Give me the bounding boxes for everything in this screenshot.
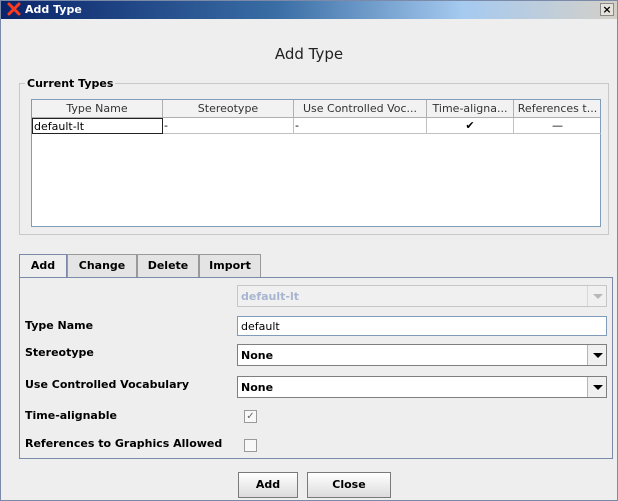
graphic-references-label: References to Graphics Allowed: [25, 437, 223, 450]
column-header-time-alignable[interactable]: Time-aligna...: [427, 100, 514, 117]
type-select-dropdown: default-lt: [237, 285, 607, 307]
tab-change[interactable]: Change: [67, 254, 137, 277]
elan-x-icon: [7, 2, 21, 16]
type-select-value: default-lt: [241, 290, 299, 303]
controlled-vocabulary-label: Use Controlled Vocabulary: [25, 378, 190, 391]
tab-add[interactable]: Add: [19, 254, 67, 278]
page-title: Add Type: [274, 45, 344, 63]
close-button[interactable]: Close: [307, 472, 391, 498]
current-types-title: Current Types: [25, 77, 116, 90]
type-name-input[interactable]: [238, 317, 606, 335]
chevron-down-icon: [587, 286, 606, 306]
controlled-vocabulary-dropdown[interactable]: None: [237, 376, 607, 398]
add-button[interactable]: Add: [238, 472, 298, 498]
graphic-references-checkbox[interactable]: [244, 439, 257, 452]
column-header-controlled-vocabulary[interactable]: Use Controlled Voc...: [294, 100, 427, 117]
table-row[interactable]: default-lt - - ✔ —: [32, 118, 601, 134]
time-alignable-checkbox[interactable]: ✓: [244, 410, 257, 423]
types-table[interactable]: Type Name Stereotype Use Controlled Voc.…: [31, 99, 601, 227]
tab-delete[interactable]: Delete: [137, 254, 199, 277]
type-name-field[interactable]: [237, 316, 607, 336]
time-alignable-label: Time-alignable: [25, 409, 117, 422]
cell-stereotype[interactable]: -: [163, 118, 294, 134]
chevron-down-icon[interactable]: [587, 345, 606, 365]
stereotype-value: None: [241, 349, 274, 362]
window-title: Add Type: [25, 3, 82, 16]
close-icon[interactable]: ×: [600, 3, 614, 16]
add-type-dialog: Add Type × Add Type Current Types Type N…: [0, 0, 618, 501]
column-header-type-name[interactable]: Type Name: [32, 100, 163, 117]
title-bar[interactable]: Add Type ×: [1, 1, 617, 19]
controlled-vocabulary-value: None: [241, 381, 274, 394]
cell-time-alignable-check-icon[interactable]: ✔: [427, 118, 514, 134]
cell-type-name[interactable]: default-lt: [32, 118, 163, 134]
cell-references-dash-icon[interactable]: —: [514, 118, 601, 134]
stereotype-dropdown[interactable]: None: [237, 344, 607, 366]
type-name-label: Type Name: [25, 319, 94, 332]
tab-import[interactable]: Import: [199, 254, 261, 277]
column-header-stereotype[interactable]: Stereotype: [163, 100, 294, 117]
chevron-down-icon[interactable]: [587, 377, 606, 397]
stereotype-label: Stereotype: [25, 346, 94, 359]
column-header-references[interactable]: References t...: [514, 100, 601, 117]
cell-controlled-vocabulary[interactable]: -: [294, 118, 427, 134]
table-header: Type Name Stereotype Use Controlled Voc.…: [32, 100, 600, 118]
